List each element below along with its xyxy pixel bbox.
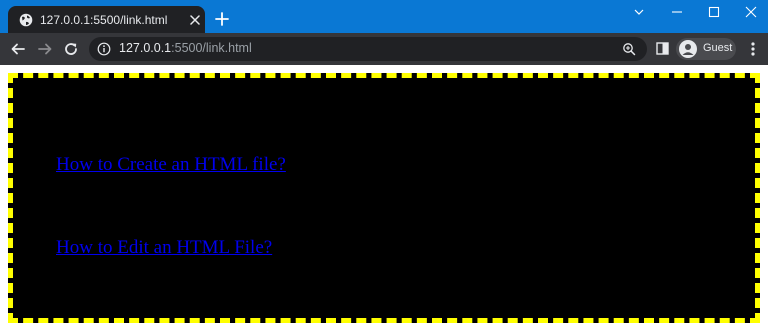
link-create-html-file[interactable]: How to Create an HTML file? xyxy=(56,154,286,176)
avatar-icon xyxy=(679,40,697,58)
tab-title: 127.0.0.1:5500/link.html xyxy=(40,13,168,27)
close-tab-icon[interactable] xyxy=(190,15,200,25)
reload-icon[interactable] xyxy=(63,41,79,57)
new-tab-icon[interactable] xyxy=(215,12,229,26)
maximize-icon[interactable] xyxy=(707,5,721,19)
url-host: 127.0.0.1 xyxy=(119,41,172,55)
back-icon[interactable] xyxy=(10,41,26,57)
page-viewport: How to Create an HTML file? How to Edit … xyxy=(0,65,768,331)
globe-icon xyxy=(19,13,33,27)
url-text: 127.0.0.1:5500/link.html xyxy=(119,41,252,55)
profile-button[interactable]: Guest xyxy=(676,38,736,60)
address-bar[interactable]: 127.0.0.1:5500/link.html xyxy=(89,37,647,61)
site-info-icon[interactable] xyxy=(97,42,111,56)
profile-label: Guest xyxy=(703,42,733,54)
close-window-icon[interactable] xyxy=(744,5,758,19)
side-panel-icon[interactable] xyxy=(656,42,669,55)
zoom-icon[interactable] xyxy=(622,42,636,56)
url-path: :5500/link.html xyxy=(171,41,252,55)
dashed-link-container: How to Create an HTML file? How to Edit … xyxy=(8,73,760,323)
link-edit-html-file[interactable]: How to Edit an HTML File? xyxy=(56,237,272,259)
kebab-menu-icon[interactable] xyxy=(746,41,760,57)
tab-strip: 127.0.0.1:5500/link.html xyxy=(0,0,768,34)
forward-icon[interactable] xyxy=(37,41,53,57)
browser-tab-active[interactable]: 127.0.0.1:5500/link.html xyxy=(8,6,205,34)
tab-search-chevron-icon[interactable] xyxy=(632,5,646,19)
browser-toolbar: 127.0.0.1:5500/link.html Guest xyxy=(0,33,768,65)
minimize-icon[interactable] xyxy=(670,5,684,19)
